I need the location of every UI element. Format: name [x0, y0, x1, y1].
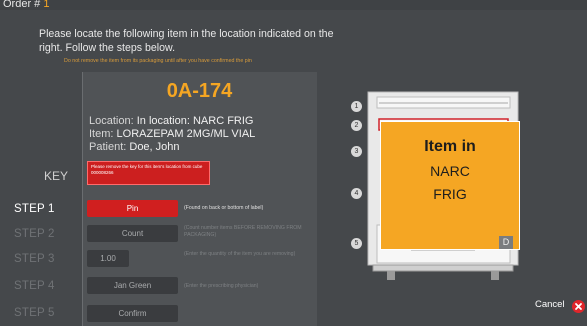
drawer-badge: D — [499, 236, 513, 249]
item-value: LORAZEPAM 2MG/ML VIAL — [116, 128, 256, 140]
physician-button[interactable]: Jan Green — [87, 277, 178, 294]
item-code: 0A-174 — [166, 80, 233, 102]
drawer-number-5: 5 — [351, 238, 362, 249]
patient-label: Patient: — [89, 141, 127, 153]
warning-text: Do not remove the item from its packagin… — [64, 58, 252, 64]
patient-line: Patient: Doe, John — [89, 141, 180, 153]
step-3-desc: (Enter the quantity of the item you are … — [184, 251, 296, 257]
drawer-number-3: 3 — [351, 146, 362, 157]
step-3-label: STEP 3 — [14, 253, 55, 265]
cancel-button[interactable] — [572, 300, 585, 313]
patient-value: Doe, John — [129, 141, 180, 153]
key-label: KEY — [44, 169, 69, 183]
step-1-label: STEP 1 — [14, 203, 55, 215]
step-2-desc: (Count number items BEFORE REMOVING FROM… — [184, 225, 302, 238]
order-number-value: 1 — [43, 0, 50, 10]
step-4-desc: (Enter the prescribing physician) — [184, 283, 259, 289]
item-label: Item: — [89, 128, 114, 140]
order-number: Order # 1 — [3, 0, 49, 10]
item-line: Item: LORAZEPAM 2MG/ML VIAL — [89, 128, 255, 140]
top-bar — [0, 0, 587, 10]
instructions-text: Please locate the following item in the … — [39, 28, 334, 54]
pin-button[interactable]: Pin — [87, 200, 178, 217]
cabinet-foot-right — [491, 271, 499, 280]
location-callout: Item in NARC FRIG — [380, 121, 520, 250]
step-1-desc: (Found on back or bottom of label) — [184, 205, 264, 211]
quantity-field[interactable]: 1.00 — [87, 250, 129, 267]
step-2-label: STEP 2 — [14, 228, 55, 240]
drawer-number-4: 4 — [351, 188, 362, 199]
drawer-number-1: 1 — [351, 101, 362, 112]
callout-line-2: NARC — [430, 163, 470, 179]
cancel-label[interactable]: Cancel — [535, 299, 565, 310]
callout-line-1: Item in — [424, 138, 476, 155]
drawer-1-slot — [379, 102, 508, 104]
key-note: Please remove the key for this item's lo… — [87, 161, 210, 185]
count-button[interactable]: Count — [87, 225, 178, 242]
cabinet-foot-left — [387, 271, 395, 280]
drawer-number-2: 2 — [351, 120, 362, 131]
confirm-button[interactable]: Confirm — [87, 305, 178, 322]
close-icon — [575, 303, 582, 310]
step-4-label: STEP 4 — [14, 280, 55, 292]
location-line: Location: In location: NARC FRIG — [89, 115, 253, 127]
panel-divider — [82, 72, 83, 326]
callout-line-3: FRIG — [433, 186, 467, 202]
location-label: Location: — [89, 115, 134, 127]
location-value: In location: NARC FRIG — [136, 115, 254, 127]
step-5-label: STEP 5 — [14, 307, 55, 319]
cabinet-base — [372, 264, 514, 272]
order-label: Order # — [3, 0, 41, 10]
